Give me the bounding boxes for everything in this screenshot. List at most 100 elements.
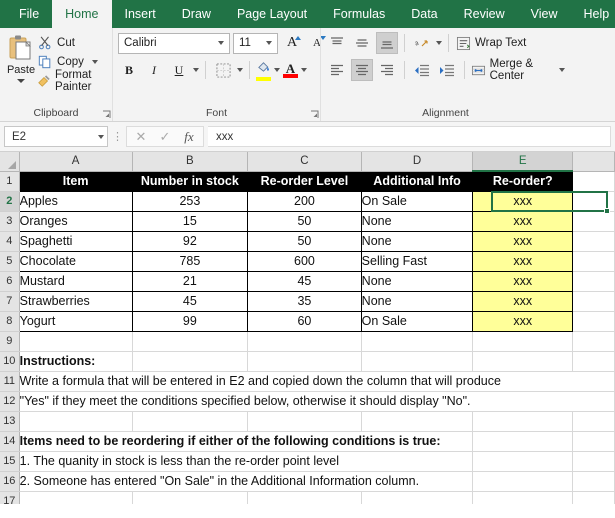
cell-c10[interactable]	[247, 351, 362, 372]
cell-f6[interactable]	[572, 271, 615, 292]
clipboard-dialog-launcher[interactable]	[102, 110, 111, 119]
cell-d3[interactable]: None	[361, 211, 474, 232]
cell-a6[interactable]: Mustard	[18, 271, 133, 292]
format-painter-button[interactable]: Format Painter	[37, 69, 107, 93]
cell-c17[interactable]	[247, 491, 362, 504]
cell-e6[interactable]: xxx	[472, 271, 574, 292]
row-header-14[interactable]: 14	[0, 431, 20, 452]
cell-e9[interactable]	[472, 331, 574, 352]
cell-d1[interactable]: Additional Info	[361, 171, 474, 192]
cell-a3[interactable]: Oranges	[18, 211, 133, 232]
row-header-3[interactable]: 3	[0, 211, 20, 232]
cell-b6[interactable]: 21	[132, 271, 249, 292]
cell-d10[interactable]	[361, 351, 474, 372]
row-header-9[interactable]: 9	[0, 331, 20, 352]
cell-d4[interactable]: None	[361, 231, 474, 252]
cell-c13[interactable]	[247, 411, 362, 432]
increase-indent-icon[interactable]	[436, 59, 458, 81]
cell-a13[interactable]	[19, 411, 133, 432]
column-header-a[interactable]: A	[19, 152, 133, 172]
cell-b9[interactable]	[132, 331, 249, 352]
cell-f1[interactable]	[572, 171, 615, 192]
cell-f16[interactable]	[572, 471, 615, 492]
tab-review[interactable]: Review	[451, 0, 518, 28]
borders-dropdown-icon[interactable]	[237, 68, 243, 72]
cell-d13[interactable]	[361, 411, 474, 432]
cell-f10[interactable]	[572, 351, 615, 372]
cell-f9[interactable]	[572, 331, 615, 352]
cell-d5[interactable]: Selling Fast	[361, 251, 474, 272]
cell-a1[interactable]: Item	[18, 171, 133, 192]
align-bottom-icon[interactable]	[376, 32, 398, 54]
row-header-10[interactable]: 10	[0, 351, 20, 372]
align-top-icon[interactable]	[326, 32, 348, 54]
cell-c3[interactable]: 50	[247, 211, 362, 232]
cancel-icon[interactable]: ✕	[129, 127, 153, 146]
cell-b5[interactable]: 785	[132, 251, 249, 272]
tab-data[interactable]: Data	[398, 0, 450, 28]
tab-view[interactable]: View	[518, 0, 571, 28]
font-color-dropdown-icon[interactable]	[301, 68, 307, 72]
cell-b1[interactable]: Number in stock	[132, 171, 249, 192]
cell-d17[interactable]	[361, 491, 474, 504]
cell-e7[interactable]: xxx	[472, 291, 574, 312]
column-header-f[interactable]	[572, 152, 615, 172]
cell-e2[interactable]: xxx	[472, 191, 574, 212]
cell-a4[interactable]: Spaghetti	[18, 231, 133, 252]
cell-d2[interactable]: On Sale	[361, 191, 474, 212]
cell-f15[interactable]	[572, 451, 615, 472]
grow-font-icon[interactable]: A	[281, 32, 303, 54]
cell-e17[interactable]	[472, 491, 574, 504]
column-header-c[interactable]: C	[247, 152, 362, 172]
paste-dropdown-icon[interactable]	[17, 79, 26, 83]
row-header-16[interactable]: 16	[0, 471, 20, 492]
fill-handle[interactable]	[604, 208, 610, 214]
cell-f14[interactable]	[572, 431, 615, 452]
cell-d9[interactable]	[361, 331, 474, 352]
cell-a2[interactable]: Apples	[18, 191, 133, 212]
row-header-7[interactable]: 7	[0, 291, 20, 312]
underline-dropdown-icon[interactable]	[193, 68, 199, 72]
column-header-b[interactable]: B	[132, 152, 249, 172]
cell-e5[interactable]: xxx	[472, 251, 574, 272]
tab-page-layout[interactable]: Page Layout	[224, 0, 320, 28]
align-middle-icon[interactable]	[351, 32, 373, 54]
font-color-button[interactable]: A	[283, 62, 298, 78]
cell-f5[interactable]	[572, 251, 615, 272]
cell-e14[interactable]	[472, 431, 574, 452]
row-header-2[interactable]: 2	[0, 191, 20, 212]
cell-b4[interactable]: 92	[132, 231, 249, 252]
row-header-17[interactable]: 17	[0, 491, 20, 504]
underline-button[interactable]: U	[168, 59, 190, 81]
orientation-icon[interactable]: a	[411, 32, 433, 54]
bold-button[interactable]: B	[118, 59, 140, 81]
cell-e15[interactable]	[472, 451, 574, 472]
copy-dropdown-icon[interactable]	[91, 59, 98, 64]
cell-e1[interactable]: Re-order?	[472, 171, 574, 192]
cell-d8[interactable]: On Sale	[361, 311, 474, 332]
row-header-13[interactable]: 13	[0, 411, 20, 432]
cell-a16[interactable]: 2. Someone has entered "On Sale" in the …	[19, 471, 474, 492]
cell-b10[interactable]	[132, 351, 249, 372]
borders-icon[interactable]	[212, 59, 234, 81]
cell-a12[interactable]: "Yes" if they meet the conditions specif…	[19, 391, 615, 412]
cell-e8[interactable]: xxx	[472, 311, 574, 332]
tab-insert[interactable]: Insert	[112, 0, 169, 28]
cell-e13[interactable]	[472, 411, 574, 432]
column-header-e[interactable]: E	[472, 152, 574, 172]
cell-f17[interactable]	[572, 491, 615, 504]
cell-a15[interactable]: 1. The quanity in stock is less than the…	[19, 451, 474, 472]
row-header-12[interactable]: 12	[0, 391, 20, 412]
tab-home[interactable]: Home	[52, 0, 112, 28]
cell-c6[interactable]: 45	[247, 271, 362, 292]
row-header-5[interactable]: 5	[0, 251, 20, 272]
wrap-text-button[interactable]: Wrap Text	[455, 32, 526, 54]
row-header-15[interactable]: 15	[0, 451, 20, 472]
fx-icon[interactable]: fx	[177, 127, 201, 146]
cell-e10[interactable]	[472, 351, 574, 372]
cell-b17[interactable]	[132, 491, 249, 504]
align-right-icon[interactable]	[376, 59, 398, 81]
merge-center-button[interactable]: Merge & Center	[471, 58, 565, 82]
cell-a17[interactable]	[19, 491, 133, 504]
cell-b7[interactable]: 45	[132, 291, 249, 312]
